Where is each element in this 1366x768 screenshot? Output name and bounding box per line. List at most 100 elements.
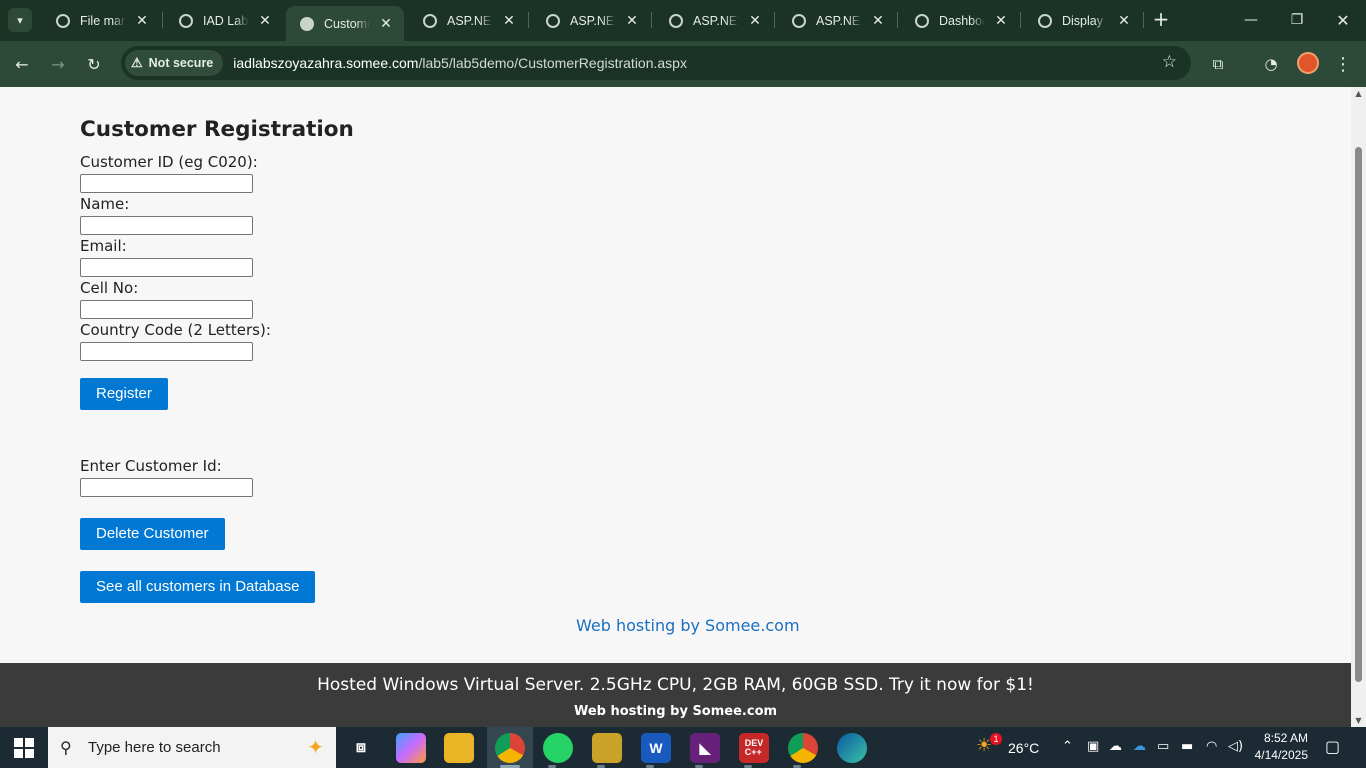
tab-customer-registration[interactable]: Customer Registration ✕: [286, 6, 404, 41]
volume-icon[interactable]: ◁): [1228, 739, 1243, 754]
close-icon[interactable]: ✕: [134, 12, 150, 29]
copilot-icon[interactable]: [396, 733, 426, 763]
task-view-icon[interactable]: ⧈: [346, 733, 376, 763]
windows-start-icon[interactable]: [14, 738, 34, 758]
close-icon[interactable]: ✕: [501, 12, 517, 29]
close-window-button[interactable]: ✕: [1320, 0, 1366, 40]
minimize-button[interactable]: —: [1228, 0, 1274, 40]
delete-customer-id-input[interactable]: [80, 478, 253, 497]
onedrive-icon[interactable]: ☁: [1133, 739, 1146, 754]
clock-date[interactable]: 4/14/2025: [1250, 748, 1308, 762]
taskbar-search[interactable]: ⚲ Type here to search ✦: [48, 727, 336, 768]
dashboard-icon: [915, 13, 929, 28]
openai-icon: [1038, 13, 1052, 28]
chrome-icon[interactable]: [495, 733, 525, 763]
tab-aspnet-4[interactable]: ASP.NET Page ✕: [778, 6, 896, 35]
url-text[interactable]: iadlabszoyazahra.somee.com/lab5/lab5demo…: [233, 55, 687, 71]
customer-id-input[interactable]: [80, 174, 253, 193]
name-label: Name:: [80, 195, 130, 213]
bookmark-star-icon[interactable]: ☆: [1162, 52, 1177, 72]
cell-no-label: Cell No:: [80, 279, 139, 297]
battery-icon[interactable]: ▬: [1181, 739, 1193, 754]
delete-customer-button[interactable]: Delete Customer: [80, 518, 225, 550]
tab-aspnet-1[interactable]: ASP.NET Page ✕: [409, 6, 527, 35]
globe-icon: [423, 13, 437, 28]
sticky-notes-icon[interactable]: [592, 733, 622, 763]
menu-kebab-icon[interactable]: ⋮: [1330, 51, 1356, 77]
whatsapp-icon[interactable]: [543, 733, 573, 763]
tab-search-button[interactable]: ▾: [8, 8, 32, 32]
security-indicator[interactable]: ⚠ Not secure: [125, 50, 224, 76]
sparkle-icon: ✦: [307, 735, 324, 759]
word-icon[interactable]: W: [641, 733, 671, 763]
warning-icon: ⚠: [131, 55, 143, 70]
edge-icon[interactable]: [837, 733, 867, 763]
registration-form: Customer Registration Customer ID (eg C0…: [80, 117, 354, 603]
tab-aspnet-3[interactable]: ASP.NET Page ✕: [655, 6, 773, 35]
scroll-down-icon[interactable]: ▼: [1354, 716, 1363, 725]
visual-studio-icon[interactable]: ◣: [690, 733, 720, 763]
close-icon[interactable]: ✕: [1116, 12, 1132, 29]
see-all-customers-button[interactable]: See all customers in Database: [80, 571, 316, 603]
close-icon[interactable]: ✕: [747, 12, 763, 29]
chevron-up-icon[interactable]: ⌃: [1062, 739, 1073, 754]
close-icon[interactable]: ✕: [870, 12, 886, 29]
country-code-label: Country Code (2 Letters):: [80, 321, 271, 339]
display-icon[interactable]: ▭: [1157, 739, 1169, 754]
close-icon[interactable]: ✕: [624, 12, 640, 29]
performance-icon[interactable]: ◔: [1258, 51, 1284, 77]
customer-id-label: Customer ID (eg C020):: [80, 153, 258, 171]
reload-button[interactable]: ↻: [81, 51, 107, 77]
cell-no-input[interactable]: [80, 300, 253, 319]
browser-toolbar: ← → ↻ ⚠ Not secure iadlabszoyazahra.some…: [0, 41, 1366, 87]
scroll-thumb[interactable]: [1355, 147, 1362, 682]
wifi-icon[interactable]: ◠: [1206, 739, 1217, 754]
close-icon[interactable]: ✕: [257, 12, 273, 29]
page-viewport: Customer Registration Customer ID (eg C0…: [0, 87, 1351, 727]
hosting-link[interactable]: Web hosting by Somee.com: [576, 616, 800, 635]
tab-dashboard[interactable]: Dashboard ✕: [901, 6, 1019, 35]
tab-file-manager[interactable]: File manager ✕: [42, 6, 160, 35]
email-label: Email:: [80, 237, 127, 255]
globe-icon: [546, 13, 560, 28]
email-input[interactable]: [80, 258, 253, 277]
close-icon[interactable]: ✕: [378, 15, 394, 32]
globe-icon: [300, 16, 314, 31]
meet-now-icon[interactable]: ▣: [1087, 739, 1099, 754]
tab-title: File manager: [80, 13, 126, 28]
register-button[interactable]: Register: [80, 378, 168, 410]
file-explorer-icon[interactable]: [444, 733, 474, 763]
tab-aspnet-2[interactable]: ASP.NET Page ✕: [532, 6, 650, 35]
dev-cpp-icon[interactable]: DEV C++: [739, 733, 769, 763]
tab-title: ASP.NET Page: [693, 13, 739, 28]
url-host: iadlabszoyazahra.somee.com: [233, 55, 419, 71]
back-button[interactable]: ←: [9, 51, 35, 77]
ad-main-text[interactable]: Hosted Windows Virtual Server. 2.5GHz CP…: [0, 675, 1351, 695]
tab-title: IAD Lab Portal: [203, 13, 249, 28]
weather-badge: 1: [990, 733, 1002, 745]
ad-sub-text[interactable]: Web hosting by Somee.com: [0, 704, 1351, 719]
tab-title: Dashboard: [939, 13, 985, 28]
restore-button[interactable]: ❐: [1274, 0, 1320, 40]
tab-display-html[interactable]: Display HTML ✕: [1024, 6, 1142, 35]
address-bar[interactable]: ⚠ Not secure iadlabszoyazahra.somee.com/…: [121, 46, 1191, 80]
tab-iad-lab[interactable]: IAD Lab Portal ✕: [165, 6, 283, 35]
notification-icon[interactable]: ▢: [1325, 737, 1340, 756]
name-input[interactable]: [80, 216, 253, 235]
chrome-profile-icon[interactable]: [788, 733, 818, 763]
search-icon: ⚲: [60, 738, 72, 757]
new-tab-button[interactable]: +: [1150, 8, 1172, 30]
hosting-ad-bar[interactable]: Hosted Windows Virtual Server. 2.5GHz CP…: [0, 663, 1351, 727]
scroll-up-icon[interactable]: ▲: [1354, 89, 1363, 98]
close-icon[interactable]: ✕: [993, 12, 1009, 29]
extensions-icon[interactable]: ⧉: [1205, 51, 1231, 77]
forward-button[interactable]: →: [45, 51, 71, 77]
cloud-icon[interactable]: ☁: [1109, 739, 1122, 754]
country-code-input[interactable]: [80, 342, 253, 361]
weather-temp[interactable]: 26°C: [1008, 740, 1039, 756]
clock-time[interactable]: 8:52 AM: [1258, 731, 1308, 745]
page-scrollbar[interactable]: ▲ ▼: [1351, 87, 1366, 727]
globe-icon: [179, 13, 193, 28]
url-path: /lab5/lab5demo/CustomerRegistration.aspx: [418, 55, 687, 71]
profile-avatar[interactable]: [1297, 52, 1319, 74]
